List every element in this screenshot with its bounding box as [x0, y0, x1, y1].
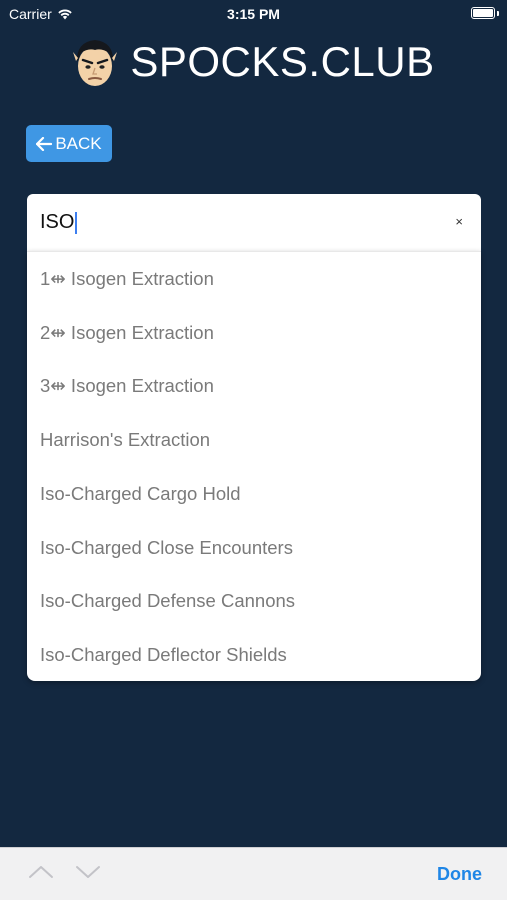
autocomplete-option[interactable]: Iso-Charged Deflector Shields: [27, 628, 481, 682]
status-bar: Carrier 3:15 PM: [0, 0, 507, 28]
autocomplete-option[interactable]: Iso-Charged Close Encounters: [27, 521, 481, 575]
autocomplete-option[interactable]: Harrison's Extraction: [27, 413, 481, 467]
text-caret: [75, 211, 78, 234]
back-button-label: BACK: [55, 133, 102, 153]
arrow-left-icon: [36, 136, 53, 151]
status-time: 3:15 PM: [227, 6, 280, 22]
search-input-value[interactable]: ISO: [40, 211, 74, 234]
autocomplete-dropdown: 1⇹ Isogen Extraction 2⇹ Isogen Extractio…: [27, 251, 481, 681]
autocomplete-option[interactable]: Iso-Charged Cargo Hold: [27, 467, 481, 521]
search-input[interactable]: ISO ×: [27, 194, 481, 251]
battery-tip: [497, 11, 499, 16]
brand-title: SPOCKS.CLUB: [130, 38, 435, 85]
chevron-up-icon[interactable]: [28, 862, 54, 882]
autocomplete-option[interactable]: 3⇹ Isogen Extraction: [27, 360, 481, 414]
keyboard-toolbar: Done: [0, 847, 507, 900]
app-header: SPOCKS.CLUB: [0, 34, 507, 90]
chevron-down-icon[interactable]: [75, 862, 101, 882]
battery-icon: [471, 7, 495, 19]
close-icon[interactable]: ×: [455, 214, 463, 229]
back-button[interactable]: BACK: [26, 125, 112, 162]
autocomplete-option[interactable]: 1⇹ Isogen Extraction: [27, 252, 481, 306]
autocomplete-option[interactable]: 2⇹ Isogen Extraction: [27, 306, 481, 360]
done-button[interactable]: Done: [437, 864, 482, 885]
autocomplete-option[interactable]: Iso-Charged Defense Cannons: [27, 575, 481, 629]
logo-face-icon: [73, 40, 118, 86]
